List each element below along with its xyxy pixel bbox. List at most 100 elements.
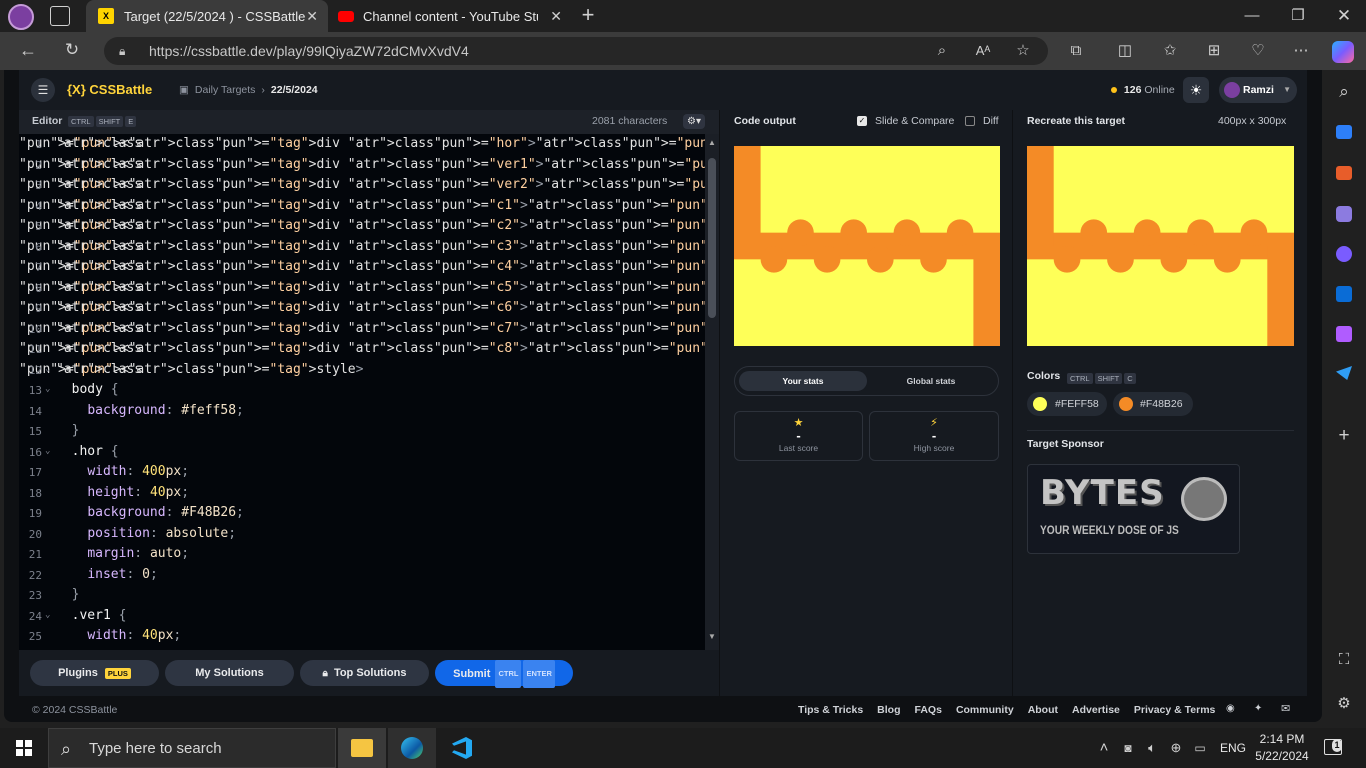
send-icon[interactable]	[1336, 366, 1352, 380]
footer-link[interactable]: Advertise	[1072, 704, 1120, 716]
footer-link[interactable]: Tips & Tricks	[798, 704, 863, 716]
code-line[interactable]: 1 "atr">class "pun">="pun"><"atr">class"pu…	[19, 136, 705, 156]
code-text: "atr">class	[56, 300, 143, 315]
battery-icon[interactable]: ▭	[1192, 738, 1208, 758]
code-line[interactable]: 5 "atr">class "pun">="pun"><"atr">class"pu…	[19, 218, 705, 238]
restore-icon[interactable]: ❐	[1288, 6, 1308, 26]
breadcrumb-parent[interactable]: Daily Targets	[195, 84, 256, 96]
split-screen-icon[interactable]: ◫	[1115, 41, 1135, 61]
clock[interactable]: 2:14 PM 5/22/2024	[1254, 731, 1310, 765]
code-line[interactable]: 6 "atr">class "pun">="pun"><"atr">class"pu…	[19, 239, 705, 259]
refresh-icon[interactable]: ↻	[62, 40, 82, 60]
tab-your-stats[interactable]: Your stats	[739, 371, 867, 391]
webcam-icon[interactable]: ◙	[1120, 738, 1136, 758]
back-icon[interactable]: ←	[18, 40, 38, 60]
target-title: Recreate this target	[1027, 115, 1126, 127]
url-field[interactable]: 🔒︎ https://cssbattle.dev/play/99lQiyaZW7…	[104, 37, 1048, 65]
footer-link[interactable]: Blog	[877, 704, 900, 716]
editor-settings-icon[interactable]: ⚙▾	[683, 114, 705, 129]
close-tab-icon[interactable]: ✕	[550, 8, 562, 25]
discord-icon[interactable]: ◉	[1226, 703, 1235, 714]
code-line[interactable]: 9 "atr">class "pun">="pun"><"atr">class"pu…	[19, 300, 705, 320]
taskbar-search[interactable]: ⌕ Type here to search	[48, 728, 336, 768]
code-editor[interactable]: 1 "atr">class "pun">="pun"><"atr">class"pu…	[19, 134, 705, 650]
tab-actions-icon[interactable]	[50, 6, 70, 26]
menu-button[interactable]: ☰	[31, 78, 55, 102]
toolbox-icon[interactable]	[1336, 166, 1352, 180]
footer-link[interactable]: FAQs	[915, 704, 942, 716]
favorites-icon[interactable]: ✩	[1160, 41, 1180, 61]
output-canvas[interactable]	[734, 146, 1000, 346]
code-line[interactable]: 4 "atr">class "pun">="pun"><"atr">class"pu…	[19, 198, 705, 218]
code-line[interactable]: 8 "atr">class "pun">="pun"><"atr">class"pu…	[19, 280, 705, 300]
language-indicator[interactable]: ENG	[1220, 741, 1246, 755]
app-logo[interactable]: {X} CSSBattle	[67, 82, 152, 97]
code-line[interactable]: 11 "atr">class "pun">="pun"><"atr">class"p…	[19, 341, 705, 361]
theme-toggle-button[interactable]: ☀	[1183, 77, 1209, 103]
close-window-icon[interactable]: ✕	[1334, 6, 1354, 26]
footer-link[interactable]: About	[1028, 704, 1058, 716]
new-tab-icon[interactable]: +	[578, 4, 598, 26]
top-solutions-button[interactable]: 🔒︎ Top Solutions	[300, 660, 429, 686]
editor-scrollbar[interactable]: ▲ ▼	[705, 134, 719, 650]
performance-icon[interactable]: ♡	[1248, 41, 1268, 61]
fold-chevron-icon[interactable]: ⌄	[45, 610, 50, 620]
designer-icon[interactable]	[1336, 326, 1352, 342]
close-tab-icon[interactable]: ✕	[306, 8, 318, 25]
code-line[interactable]: 2 "atr">class "pun">="pun"><"atr">class"pu…	[19, 157, 705, 177]
footer-link[interactable]: Community	[956, 704, 1014, 716]
fold-chevron-icon[interactable]: ⌄	[45, 384, 50, 394]
search-icon[interactable]: ⌕	[1334, 82, 1354, 102]
copilot-sidebar-icon[interactable]	[1336, 246, 1352, 262]
my-solutions-button[interactable]: My Solutions	[165, 660, 294, 686]
chevron-down-icon: ▼	[1283, 85, 1291, 94]
mail-icon[interactable]: ✉	[1281, 702, 1290, 715]
outlook-icon[interactable]	[1336, 286, 1352, 302]
code-line[interactable]: 7 "atr">class "pun">="pun"><"atr">class"pu…	[19, 259, 705, 279]
fold-chevron-icon[interactable]: ⌄	[45, 446, 50, 456]
tab-global-stats[interactable]: Global stats	[867, 371, 995, 391]
add-sidebar-icon[interactable]: +	[1334, 426, 1354, 446]
scroll-down-icon[interactable]: ▼	[708, 632, 716, 641]
code-line[interactable]: 10 "atr">class "pun">="pun"><"atr">class"p…	[19, 321, 705, 341]
more-icon[interactable]: ⋯	[1291, 41, 1311, 61]
line-number: 19	[28, 507, 42, 520]
notification-center-icon[interactable]: 1	[1324, 739, 1342, 755]
code-line[interactable]: 3 "atr">class "pun">="pun"><"atr">class"pu…	[19, 177, 705, 197]
submit-button[interactable]: Submit CTRL ENTER	[435, 660, 573, 688]
minimize-icon[interactable]: —	[1242, 6, 1262, 26]
favorite-star-icon[interactable]: ☆	[1013, 41, 1033, 61]
color-swatch-orange[interactable]: #F48B26	[1113, 392, 1193, 416]
extensions-icon[interactable]: ⧉	[1066, 41, 1086, 61]
shopping-tag-icon[interactable]	[1336, 125, 1352, 139]
scrollbar-thumb[interactable]	[708, 158, 716, 318]
copilot-icon[interactable]	[1332, 41, 1354, 63]
games-icon[interactable]	[1336, 206, 1352, 222]
fold-chevron-icon[interactable]: ⌄	[45, 364, 50, 374]
tab-cssbattle[interactable]: X Target (22/5/2024 ) - CSSBattle ✕	[86, 0, 328, 32]
sponsor-ad[interactable]: BYTES YOUR WEEKLY DOSE OF JS	[1027, 464, 1240, 554]
footer-link[interactable]: Privacy & Terms	[1134, 704, 1216, 716]
collections-icon[interactable]: ⊞	[1204, 41, 1224, 61]
windows-start-icon[interactable]	[16, 740, 32, 756]
plugins-button[interactable]: Plugins PLUS	[30, 660, 159, 686]
read-aloud-icon[interactable]: Aᴬ	[972, 41, 994, 61]
scroll-up-icon[interactable]: ▲	[708, 138, 716, 147]
tab-youtube-studio[interactable]: Channel content - YouTube Studi ✕	[330, 0, 568, 32]
edge-icon[interactable]	[388, 728, 436, 768]
show-hidden-icons[interactable]: ˄	[1096, 738, 1112, 758]
diff-checkbox[interactable]	[965, 116, 975, 126]
twitter-icon[interactable]: ✦	[1254, 703, 1262, 714]
slide-compare-checkbox[interactable]: ✓	[857, 116, 867, 126]
volume-icon[interactable]: 🔈︎	[1144, 738, 1160, 758]
file-explorer-icon[interactable]	[338, 728, 386, 768]
network-icon[interactable]: ⊕	[1168, 738, 1184, 758]
user-menu[interactable]: Ramzi ▼	[1219, 77, 1297, 103]
vscode-icon[interactable]	[438, 728, 486, 768]
code-line[interactable]: 12 ⌄ "atr">class "pun">="pun"><"atr">class"…	[19, 362, 363, 382]
profile-avatar[interactable]	[8, 4, 34, 30]
color-swatch-yellow[interactable]: #FEFF58	[1027, 392, 1107, 416]
zoom-icon[interactable]: ⌕	[932, 41, 952, 61]
screenshot-icon[interactable]: ⛶	[1334, 650, 1354, 670]
settings-gear-icon[interactable]: ⚙	[1334, 694, 1354, 714]
